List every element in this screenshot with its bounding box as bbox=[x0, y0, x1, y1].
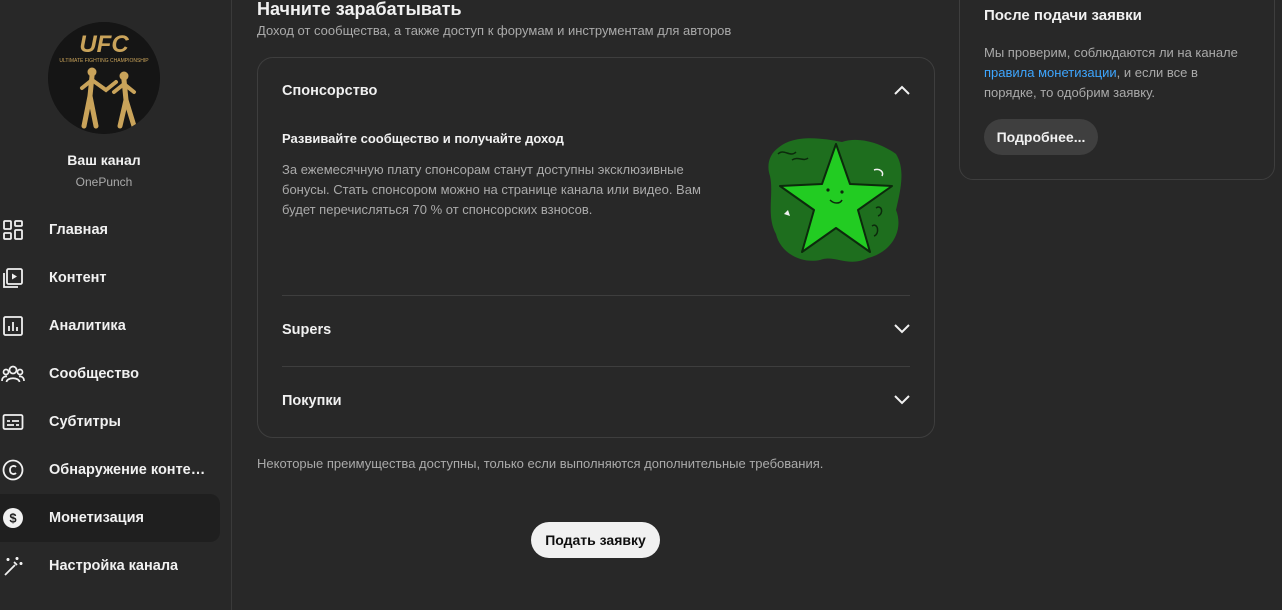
side-text-before: Мы проверим, соблюдаются ли на канале bbox=[984, 45, 1238, 60]
subtitles-icon bbox=[0, 409, 26, 435]
dashboard-icon bbox=[0, 217, 26, 243]
section-divider bbox=[282, 295, 910, 296]
learn-more-button[interactable]: Подробнее... bbox=[984, 119, 1098, 155]
section-supers-header[interactable]: Supers bbox=[282, 321, 910, 339]
sidebar-nav: Главная Контент Аналитика Сообщество Суб… bbox=[0, 206, 220, 590]
sidebar-item-community[interactable]: Сообщество bbox=[0, 350, 220, 398]
analytics-icon bbox=[0, 313, 26, 339]
avatar-logo-subtext: ULTIMATE FIGHTING CHAMPIONSHIP bbox=[59, 58, 149, 64]
content-icon bbox=[0, 265, 26, 291]
sidebar-item-label: Главная bbox=[49, 222, 108, 238]
chevron-down-icon bbox=[894, 392, 910, 410]
sidebar-item-label: Монетизация bbox=[49, 510, 144, 526]
section-sponsorship-header[interactable]: Спонсорство bbox=[282, 82, 910, 100]
star-illustration bbox=[764, 130, 904, 268]
sidebar-item-customization[interactable]: Настройка канала bbox=[0, 542, 220, 590]
channel-title: Ваш канал bbox=[67, 152, 141, 168]
sidebar-item-label: Сообщество bbox=[49, 366, 139, 382]
avatar-logo-text: UFC bbox=[79, 31, 129, 58]
page-title: Начните зарабатывать bbox=[257, 0, 462, 19]
monetization-options-card: Спонсорство Развивайте сообщество и полу… bbox=[257, 57, 935, 438]
section-label: Спонсорство bbox=[282, 83, 378, 99]
section-divider bbox=[282, 366, 910, 367]
sidebar-item-subtitles[interactable]: Субтитры bbox=[0, 398, 220, 446]
sidebar-item-label: Настройка канала bbox=[49, 558, 179, 574]
ufc-logo-image: UFC ULTIMATE FIGHTING CHAMPIONSHIP bbox=[48, 22, 160, 134]
studio-page: UFC ULTIMATE FIGHTING CHAMPIONSHIP Ваш к… bbox=[0, 0, 1282, 610]
magic-wand-icon bbox=[0, 553, 26, 579]
sidebar-item-label: Аналитика bbox=[49, 318, 126, 334]
side-card-title: После подачи заявки bbox=[984, 7, 1142, 24]
sidebar-item-content[interactable]: Контент bbox=[0, 254, 220, 302]
channel-avatar[interactable]: UFC ULTIMATE FIGHTING CHAMPIONSHIP bbox=[48, 22, 160, 134]
copyright-icon bbox=[0, 457, 26, 483]
sidebar-item-dashboard[interactable]: Главная bbox=[0, 206, 220, 254]
section-label: Supers bbox=[282, 322, 332, 338]
requirements-note: Некоторые преимущества доступны, только … bbox=[257, 456, 824, 471]
sidebar-item-monetization[interactable]: $ Монетизация bbox=[0, 494, 220, 542]
chevron-down-icon bbox=[894, 321, 910, 339]
monetization-policy-link[interactable]: правила монетизации bbox=[984, 65, 1117, 80]
sidebar-item-content-detection[interactable]: Обнаружение контента bbox=[0, 446, 220, 494]
page-subtitle: Доход от сообщества, а также доступ к фо… bbox=[257, 23, 732, 38]
channel-handle: OnePunch bbox=[75, 175, 133, 189]
sidebar: UFC ULTIMATE FIGHTING CHAMPIONSHIP Ваш к… bbox=[0, 0, 232, 610]
section-label: Покупки bbox=[282, 393, 342, 409]
svg-text:$: $ bbox=[9, 511, 17, 526]
sponsorship-heading: Развивайте сообщество и получайте доход bbox=[282, 131, 564, 146]
section-purchases-header[interactable]: Покупки bbox=[282, 392, 910, 410]
sidebar-item-analytics[interactable]: Аналитика bbox=[0, 302, 220, 350]
side-card-text: Мы проверим, соблюдаются ли на канале пр… bbox=[984, 43, 1254, 103]
after-apply-card: После подачи заявки Мы проверим, соблюда… bbox=[959, 0, 1275, 180]
chevron-up-icon bbox=[894, 82, 910, 100]
sponsorship-description: За ежемесячную плату спонсорам станут до… bbox=[282, 162, 701, 217]
apply-button[interactable]: Подать заявку bbox=[531, 522, 660, 558]
monetization-icon: $ bbox=[0, 505, 26, 531]
community-icon bbox=[0, 361, 26, 387]
sidebar-item-label: Обнаружение контента bbox=[49, 462, 207, 478]
sidebar-item-label: Субтитры bbox=[49, 414, 121, 430]
sidebar-item-label: Контент bbox=[49, 270, 107, 286]
